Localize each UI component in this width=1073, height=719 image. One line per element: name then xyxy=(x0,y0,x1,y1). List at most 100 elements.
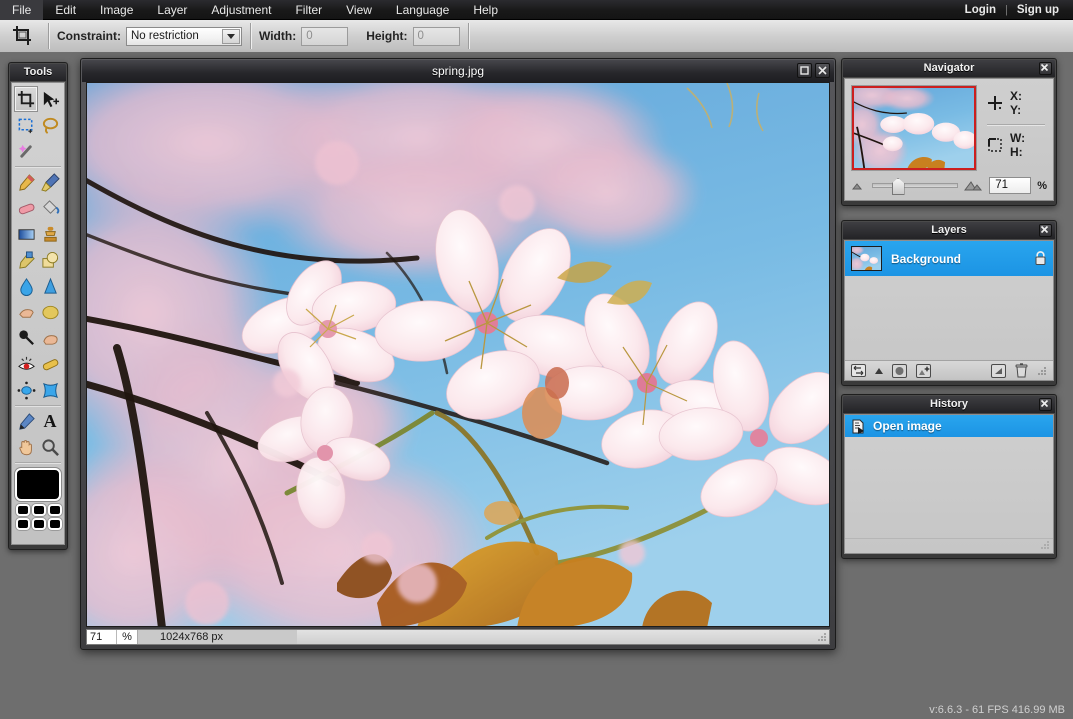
tools-divider-1 xyxy=(15,166,61,167)
tool-bloat[interactable] xyxy=(14,377,38,403)
tool-eraser[interactable] xyxy=(14,195,38,221)
tool-lasso[interactable] xyxy=(38,112,62,138)
menu-item-image[interactable]: Image xyxy=(88,0,145,20)
resize-grip[interactable] xyxy=(1040,540,1050,550)
menu-item-file[interactable]: File xyxy=(0,0,43,20)
tool-blur[interactable] xyxy=(14,273,38,299)
tool-clone-stamp[interactable] xyxy=(38,221,62,247)
menu-item-help[interactable]: Help xyxy=(461,0,510,20)
adjustment-circle-icon[interactable] xyxy=(892,364,907,378)
tool-hand[interactable] xyxy=(14,434,38,460)
tool-pinch[interactable] xyxy=(38,377,62,403)
navigator-title[interactable]: Navigator xyxy=(843,60,1055,77)
rectangular-marquee-icon xyxy=(17,116,36,135)
navigator-wh-labels: W: H: xyxy=(1010,131,1025,159)
table-row[interactable]: Background xyxy=(845,241,1053,276)
color-palette xyxy=(14,504,64,530)
foreground-color-swatch[interactable] xyxy=(15,468,61,501)
menu-item-edit[interactable]: Edit xyxy=(43,0,88,20)
tool-healing-brush[interactable] xyxy=(14,247,38,273)
options-divider-2 xyxy=(250,23,251,49)
tools-palette: Tools xyxy=(8,62,68,550)
palette-swatch[interactable] xyxy=(48,504,62,516)
tool-options-bar: Constraint: No restriction Width: 0 Heig… xyxy=(0,20,1073,53)
tool-magic-wand[interactable] xyxy=(14,138,38,164)
small-mountain-icon[interactable] xyxy=(851,180,866,191)
caret-up-icon[interactable] xyxy=(875,368,883,374)
tool-marquee-select[interactable] xyxy=(14,112,38,138)
image-window-titlebar[interactable]: spring.jpg xyxy=(82,60,834,82)
menu-bar: File Edit Image Layer Adjustment Filter … xyxy=(0,0,1073,20)
constraint-select[interactable]: No restriction xyxy=(126,27,242,46)
palette-swatch[interactable] xyxy=(32,518,46,530)
image-window: spring.jpg xyxy=(80,58,836,650)
close-icon[interactable] xyxy=(1039,62,1052,75)
width-label: Width: xyxy=(259,29,296,43)
navigator-thumbnail[interactable] xyxy=(851,85,977,171)
pinch-icon xyxy=(41,381,60,400)
pencil-icon xyxy=(17,173,36,192)
navigator-zoom-input[interactable]: 71 xyxy=(989,177,1031,194)
menu-item-layer[interactable]: Layer xyxy=(145,0,199,20)
image-canvas[interactable] xyxy=(86,82,830,627)
chevron-down-icon[interactable] xyxy=(222,29,240,44)
layer-mask-icon[interactable] xyxy=(916,364,931,378)
tool-red-eye[interactable] xyxy=(14,351,38,377)
menu-item-filter[interactable]: Filter xyxy=(283,0,334,20)
layers-panel: Layers xyxy=(841,220,1057,386)
burn-hand-icon xyxy=(41,329,60,348)
window-resize-grip[interactable] xyxy=(817,632,827,642)
healing-brush-icon xyxy=(17,251,36,270)
list-item[interactable]: Open image xyxy=(845,415,1053,437)
large-mountain-icon[interactable] xyxy=(964,180,983,192)
palette-swatch[interactable] xyxy=(48,518,62,530)
close-window-icon[interactable] xyxy=(815,63,830,78)
tool-gradient[interactable] xyxy=(14,221,38,247)
resize-grip[interactable] xyxy=(1037,366,1047,376)
rounded-shape-icon xyxy=(41,251,60,270)
menu-item-adjustment[interactable]: Adjustment xyxy=(199,0,283,20)
tool-shape[interactable] xyxy=(38,247,62,273)
tool-empty-1 xyxy=(38,138,62,164)
height-input[interactable]: 0 xyxy=(413,27,460,46)
tool-zoom[interactable] xyxy=(38,434,62,460)
tool-type[interactable]: A xyxy=(38,408,62,434)
width-input[interactable]: 0 xyxy=(301,27,348,46)
tool-paint-bucket[interactable] xyxy=(38,195,62,221)
tool-sharpen[interactable] xyxy=(38,273,62,299)
history-title[interactable]: History xyxy=(843,396,1055,413)
close-icon[interactable] xyxy=(1039,224,1052,237)
palette-swatch[interactable] xyxy=(16,518,30,530)
navigator-panel: Navigator xyxy=(841,58,1057,206)
menu-item-view[interactable]: View xyxy=(334,0,384,20)
tool-smudge[interactable] xyxy=(14,299,38,325)
tool-burn[interactable] xyxy=(38,325,62,351)
canvas-zoom-value[interactable]: 71 xyxy=(87,630,117,644)
tool-bandage[interactable] xyxy=(38,351,62,377)
signup-link[interactable]: Sign up xyxy=(1009,0,1067,20)
tool-eyedropper[interactable] xyxy=(14,408,38,434)
height-label: Height: xyxy=(366,29,407,43)
tool-move[interactable] xyxy=(38,86,62,112)
layers-title[interactable]: Layers xyxy=(843,222,1055,239)
palette-swatch[interactable] xyxy=(16,504,30,516)
tool-brush[interactable] xyxy=(38,169,62,195)
tool-dodge[interactable] xyxy=(14,325,38,351)
navigator-zoom-slider[interactable] xyxy=(872,183,958,188)
constraint-label: Constraint: xyxy=(57,29,121,43)
magnifier-icon xyxy=(41,438,60,457)
restore-window-icon[interactable] xyxy=(797,63,812,78)
login-link[interactable]: Login xyxy=(957,0,1004,20)
tool-sponge[interactable] xyxy=(38,299,62,325)
navigator-zoom-controls: 71 % xyxy=(845,177,1053,194)
lock-icon[interactable] xyxy=(1034,251,1047,266)
duplicate-layer-icon[interactable] xyxy=(991,364,1006,378)
tool-crop[interactable] xyxy=(14,86,38,112)
trash-icon[interactable] xyxy=(1015,363,1028,378)
blend-mode-icon[interactable] xyxy=(851,364,866,377)
palette-swatch[interactable] xyxy=(32,504,46,516)
menu-item-language[interactable]: Language xyxy=(384,0,461,20)
navigator-zoom-slider-handle[interactable] xyxy=(892,178,905,195)
close-icon[interactable] xyxy=(1039,398,1052,411)
tool-pencil[interactable] xyxy=(14,169,38,195)
